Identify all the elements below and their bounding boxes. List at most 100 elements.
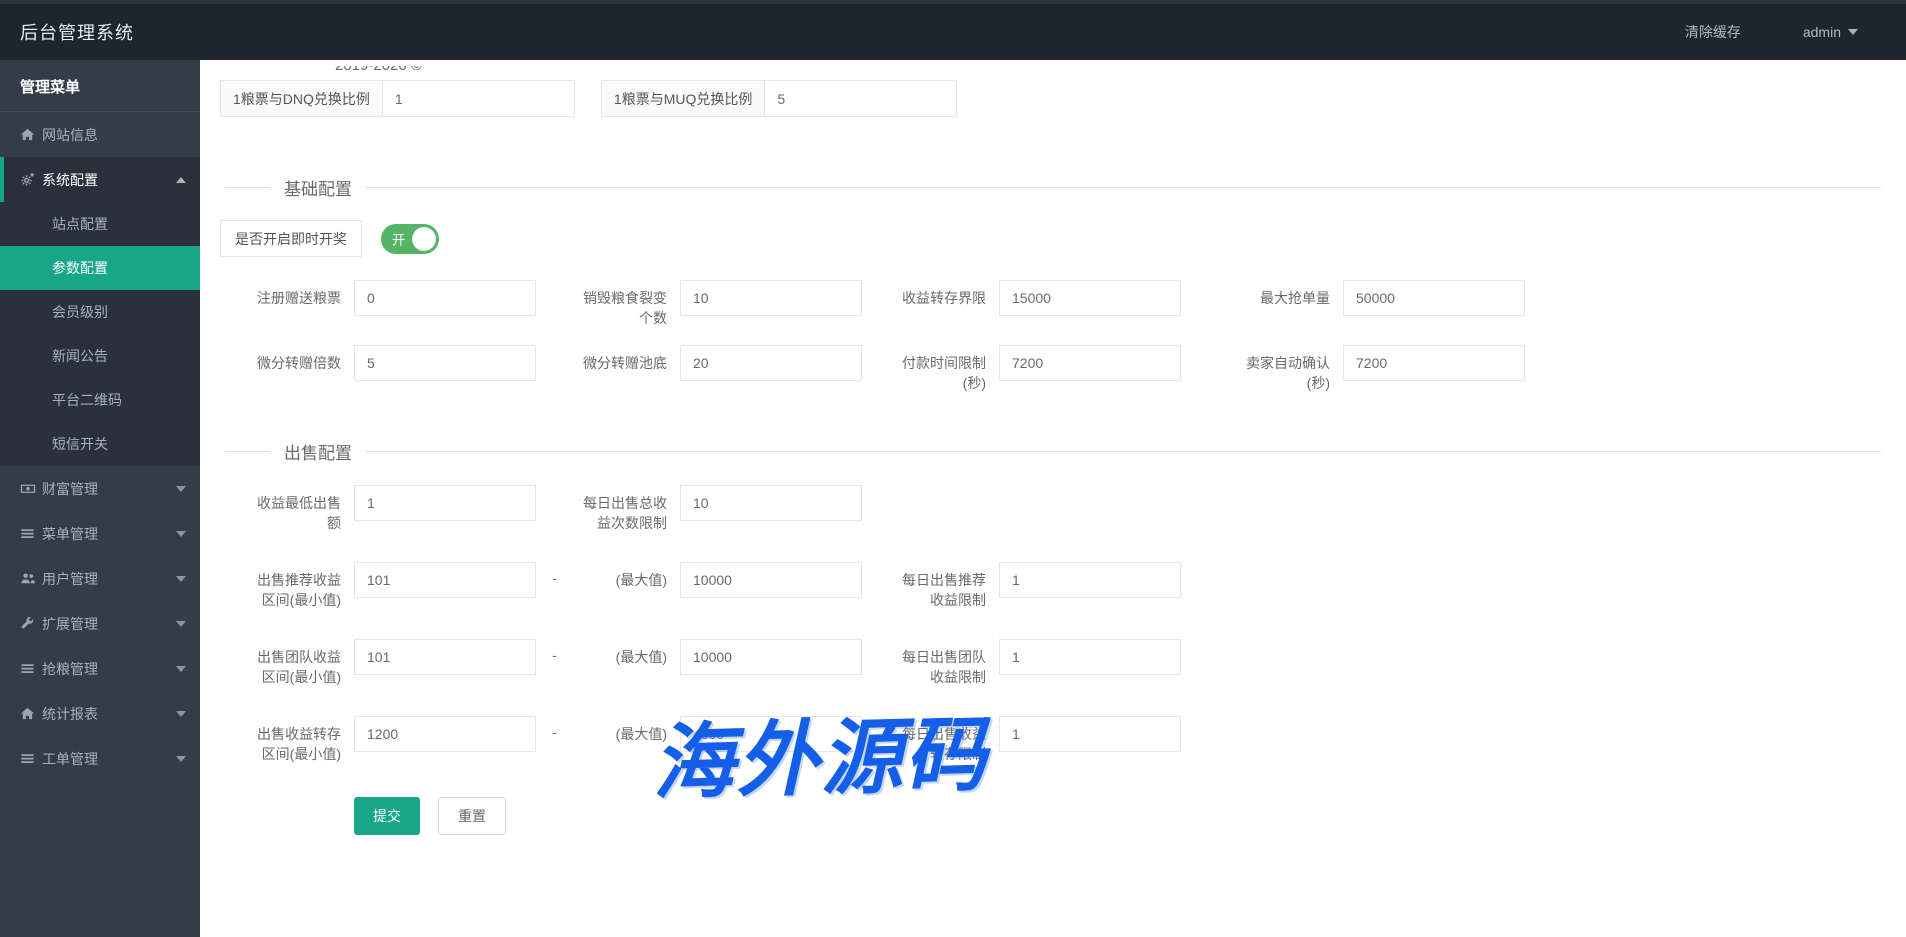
sale-config-section-header: 出售配置 bbox=[225, 439, 1881, 463]
sidebar-item-label: 用户管理 bbox=[42, 570, 98, 587]
bars-icon bbox=[20, 526, 42, 541]
exchange-ratio-row: 1粮票与DNQ兑换比例 1粮票与MUQ兑换比例 bbox=[220, 80, 1881, 117]
field-label: 卖家自动确认(秒) bbox=[1246, 355, 1330, 391]
basic-row-1: 注册赠送粮票 销毁粮食裂变个数 收益转存界限 最大抢单量 bbox=[225, 280, 1881, 345]
toggle-on-text: 开 bbox=[392, 232, 406, 247]
transfer-income-range-row: 出售收益转存区间(最小值) - (最大值) 每日出售收益转存限制 bbox=[225, 716, 1881, 793]
field-label: 每日出售团队收益限制 bbox=[902, 649, 986, 685]
sidebar-subitem-sms-switch[interactable]: 短信开关 bbox=[0, 422, 200, 466]
recommend-max-input[interactable] bbox=[680, 562, 862, 598]
sidebar-item-label: 菜单管理 bbox=[42, 525, 98, 542]
recommend-min-input[interactable] bbox=[354, 562, 536, 598]
micro-gift-multiple-input[interactable] bbox=[354, 345, 536, 381]
clipped-copyright-text: 2019-2020 © bbox=[335, 66, 422, 81]
daily-sale-count-limit-input[interactable] bbox=[680, 485, 862, 521]
field-label: 每日出售推荐收益限制 bbox=[902, 572, 986, 608]
form-actions: 提交 重置 bbox=[354, 797, 1881, 835]
instant-draw-row: 是否开启即时开奖 开 bbox=[220, 220, 1881, 257]
team-max-input[interactable] bbox=[680, 639, 862, 675]
transfer-min-input[interactable] bbox=[354, 716, 536, 752]
reset-button[interactable]: 重置 bbox=[438, 797, 506, 835]
field-label: (最大值) bbox=[615, 572, 667, 588]
income-transfer-limit-input[interactable] bbox=[999, 280, 1181, 316]
user-menu[interactable]: admin bbox=[1803, 24, 1858, 40]
max-grab-input[interactable] bbox=[1343, 280, 1525, 316]
chevron-down-icon bbox=[176, 710, 186, 717]
section-title: 基础配置 bbox=[284, 179, 352, 199]
instant-draw-toggle[interactable]: 开 bbox=[381, 223, 439, 254]
basic-row-2: 微分转赠倍数 微分转赠池底 付款时间限制(秒) 卖家自动确认(秒) bbox=[225, 345, 1881, 410]
daily-recommend-limit-input[interactable] bbox=[999, 562, 1181, 598]
micro-gift-pool-input[interactable] bbox=[680, 345, 862, 381]
field-label: 收益转存界限 bbox=[902, 290, 986, 306]
sidebar-subitem-param-config[interactable]: 参数配置 bbox=[0, 246, 200, 290]
sidebar-item-wealth[interactable]: 财富管理 bbox=[0, 466, 200, 511]
sidebar-subitem-news[interactable]: 新闻公告 bbox=[0, 334, 200, 378]
sidebar: 管理菜单 网站信息 系统配置 站点配置 参数配置 会员级别 新闻公告 平台二维码… bbox=[0, 60, 200, 937]
sidebar-item-grain-mgmt[interactable]: 抢粮管理 bbox=[0, 646, 200, 691]
dnq-exchange-input[interactable] bbox=[382, 80, 575, 117]
sidebar-item-label: 系统配置 bbox=[42, 171, 98, 188]
chevron-down-icon bbox=[1848, 29, 1858, 35]
field-label: (最大值) bbox=[615, 726, 667, 742]
chevron-up-icon bbox=[176, 176, 186, 183]
sidebar-item-label: 财富管理 bbox=[42, 480, 98, 497]
sidebar-item-menu-mgmt[interactable]: 菜单管理 bbox=[0, 511, 200, 556]
team-income-range-row: 出售团队收益区间(最小值) - (最大值) 每日出售团队收益限制 bbox=[225, 639, 1881, 716]
instant-draw-label: 是否开启即时开奖 bbox=[220, 220, 362, 257]
sidebar-item-statistics[interactable]: 统计报表 bbox=[0, 691, 200, 736]
home-icon bbox=[20, 706, 42, 721]
users-icon bbox=[20, 571, 42, 586]
seller-auto-confirm-input[interactable] bbox=[1343, 345, 1525, 381]
sale-row-1: 收益最低出售额 每日出售总收益次数限制 bbox=[225, 485, 1881, 562]
chevron-down-icon bbox=[176, 575, 186, 582]
sidebar-item-system-config[interactable]: 系统配置 bbox=[0, 157, 200, 202]
sidebar-item-ticket-mgmt[interactable]: 工单管理 bbox=[0, 736, 200, 781]
field-label: 每日出售收益转存限制 bbox=[902, 726, 986, 762]
min-sale-amount-input[interactable] bbox=[354, 485, 536, 521]
sidebar-subitem-member-level[interactable]: 会员级别 bbox=[0, 290, 200, 334]
register-gift-input[interactable] bbox=[354, 280, 536, 316]
sidebar-subitem-qrcode[interactable]: 平台二维码 bbox=[0, 378, 200, 422]
transfer-max-input[interactable] bbox=[680, 716, 862, 752]
field-label: 付款时间限制(秒) bbox=[902, 355, 986, 391]
money-icon bbox=[20, 481, 42, 496]
sidebar-item-label: 工单管理 bbox=[42, 750, 98, 767]
submit-button[interactable]: 提交 bbox=[354, 797, 420, 835]
gears-icon bbox=[20, 172, 42, 187]
section-title: 出售配置 bbox=[284, 443, 352, 463]
payment-time-limit-input[interactable] bbox=[999, 345, 1181, 381]
sidebar-header: 管理菜单 bbox=[0, 60, 200, 112]
field-label: 每日出售总收益次数限制 bbox=[583, 495, 667, 531]
field-label: 微分转赠倍数 bbox=[257, 355, 341, 371]
range-separator: - bbox=[552, 724, 557, 740]
daily-team-limit-input[interactable] bbox=[999, 639, 1181, 675]
dnq-exchange-label: 1粮票与DNQ兑换比例 bbox=[220, 80, 383, 117]
field-label: 收益最低出售额 bbox=[257, 495, 341, 531]
admin-screen: 后台管理系统 清除缓存 admin 管理菜单 网站信息 系统配置 站点配置 参数… bbox=[0, 0, 1906, 937]
muq-exchange-input[interactable] bbox=[765, 80, 958, 117]
main-content: 2019-2020 © 1粮票与DNQ兑换比例 1粮票与MUQ兑换比例 基础配置… bbox=[200, 60, 1906, 937]
chevron-down-icon bbox=[176, 755, 186, 762]
sidebar-item-website-info[interactable]: 网站信息 bbox=[0, 112, 200, 157]
daily-transfer-limit-input[interactable] bbox=[999, 716, 1181, 752]
divider bbox=[366, 450, 1881, 452]
sidebar-item-user-mgmt[interactable]: 用户管理 bbox=[0, 556, 200, 601]
sidebar-item-label: 抢粮管理 bbox=[42, 660, 98, 677]
clear-cache-link[interactable]: 清除缓存 bbox=[1685, 22, 1741, 42]
divider bbox=[225, 450, 270, 452]
field-label: 最大抢单量 bbox=[1260, 290, 1330, 306]
sidebar-subitem-site-config[interactable]: 站点配置 bbox=[0, 202, 200, 246]
app-title: 后台管理系统 bbox=[20, 23, 134, 43]
range-separator: - bbox=[552, 647, 557, 663]
chevron-down-icon bbox=[176, 620, 186, 627]
muq-exchange-group: 1粮票与MUQ兑换比例 bbox=[600, 80, 958, 117]
destroy-fission-input[interactable] bbox=[680, 280, 862, 316]
team-min-input[interactable] bbox=[354, 639, 536, 675]
dnq-exchange-group: 1粮票与DNQ兑换比例 bbox=[220, 80, 575, 117]
chevron-down-icon bbox=[176, 530, 186, 537]
username: admin bbox=[1802, 24, 1841, 40]
sidebar-item-label: 统计报表 bbox=[42, 705, 98, 722]
top-navbar: 后台管理系统 清除缓存 admin bbox=[0, 0, 1906, 60]
sidebar-item-extension-mgmt[interactable]: 扩展管理 bbox=[0, 601, 200, 646]
